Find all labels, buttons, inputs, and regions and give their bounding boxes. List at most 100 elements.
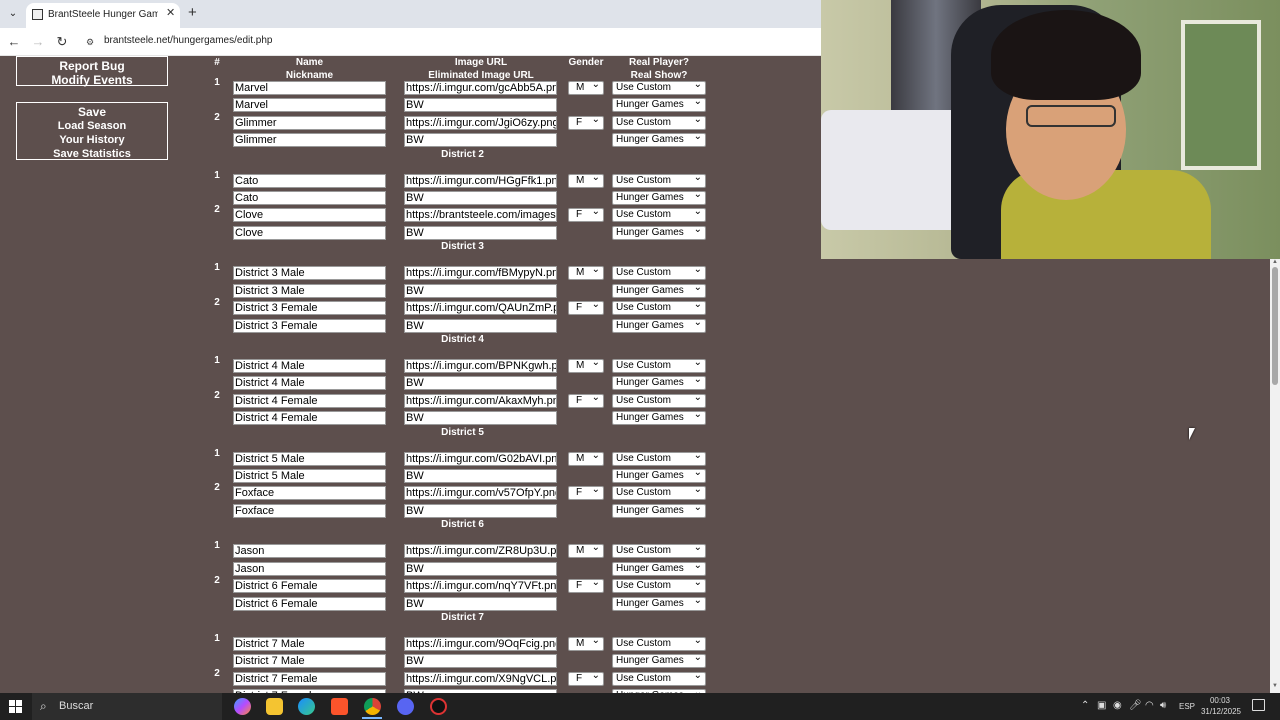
tribute-name-input[interactable]: Marvel bbox=[233, 81, 386, 95]
gender-select[interactable]: M bbox=[568, 359, 604, 373]
reload-icon[interactable]: ↻ bbox=[52, 32, 72, 52]
discord-icon[interactable] bbox=[397, 698, 414, 715]
image-url-input[interactable]: https://i.imgur.com/X9NgVCL.png bbox=[404, 671, 557, 686]
tribute-nickname-input[interactable]: Foxface bbox=[233, 503, 386, 518]
tribute-name-input[interactable]: District 3 Male bbox=[233, 266, 386, 281]
real-player-select[interactable]: Use Custom bbox=[612, 359, 706, 373]
real-player-select[interactable]: Use Custom bbox=[612, 671, 706, 686]
real-show-select[interactable]: Hunger Games bbox=[612, 561, 706, 576]
real-player-select[interactable]: Use Custom bbox=[612, 451, 706, 466]
tray-overflow-chevron-icon[interactable]: ⌃ bbox=[1081, 700, 1089, 711]
page-scrollbar[interactable]: ▲ ▼ bbox=[1270, 259, 1280, 693]
real-show-select[interactable]: Hunger Games bbox=[612, 318, 706, 333]
scroll-down-icon[interactable]: ▼ bbox=[1270, 683, 1280, 693]
eliminated-image-url-input[interactable]: BW bbox=[404, 561, 557, 576]
tribute-nickname-input[interactable]: District 3 Male bbox=[233, 283, 386, 298]
wifi-icon[interactable]: ◠ bbox=[1145, 700, 1154, 711]
tribute-name-input[interactable]: Cato bbox=[233, 173, 386, 188]
gender-select[interactable]: M bbox=[568, 637, 604, 652]
volume-icon[interactable]: 🔊︎ bbox=[1160, 700, 1166, 711]
image-url-input[interactable]: https://i.imgur.com/QAUnZmP.png bbox=[404, 301, 557, 316]
tribute-nickname-input[interactable]: District 5 Male bbox=[233, 469, 386, 484]
eliminated-image-url-input[interactable]: BW bbox=[404, 191, 557, 206]
tray-app-icon[interactable]: ▣ bbox=[1097, 700, 1106, 711]
gender-select[interactable]: M bbox=[568, 173, 604, 188]
gender-select[interactable]: F bbox=[568, 393, 604, 408]
clock-time[interactable]: 00:03 bbox=[1207, 696, 1233, 705]
tribute-name-input[interactable]: District 6 Female bbox=[233, 579, 386, 594]
back-arrow-icon[interactable]: ← bbox=[4, 32, 24, 52]
tribute-nickname-input[interactable]: District 4 Female bbox=[233, 411, 386, 426]
real-show-select[interactable]: Hunger Games bbox=[612, 654, 706, 669]
tribute-nickname-input[interactable]: Jason bbox=[233, 561, 386, 576]
image-url-input[interactable]: https://i.imgur.com/BPNKgwh.png bbox=[404, 359, 557, 373]
tribute-name-input[interactable]: District 4 Female bbox=[233, 393, 386, 408]
notifications-icon[interactable] bbox=[1252, 699, 1265, 711]
image-url-input[interactable]: https://i.imgur.com/9OqFcig.png bbox=[404, 637, 557, 652]
site-info-icon[interactable]: ⚙ bbox=[86, 37, 94, 48]
clock-date[interactable]: 31/12/2025 bbox=[1200, 707, 1242, 716]
brave-browser-icon[interactable] bbox=[331, 698, 348, 715]
gender-select[interactable]: F bbox=[568, 301, 604, 316]
tribute-name-input[interactable]: Jason bbox=[233, 544, 386, 559]
language-indicator[interactable]: ESP bbox=[1179, 702, 1195, 711]
gender-select[interactable]: M bbox=[568, 81, 604, 95]
tribute-nickname-input[interactable]: District 7 Male bbox=[233, 654, 386, 669]
eliminated-image-url-input[interactable]: BW bbox=[404, 98, 557, 113]
tribute-nickname-input[interactable]: Glimmer bbox=[233, 133, 386, 148]
eliminated-image-url-input[interactable]: BW bbox=[404, 596, 557, 611]
copilot-icon[interactable] bbox=[234, 698, 251, 715]
eliminated-image-url-input[interactable]: BW bbox=[404, 503, 557, 518]
image-url-input[interactable]: https://i.imgur.com/ZR8Up3U.png bbox=[404, 544, 557, 559]
tribute-name-input[interactable]: District 7 Female bbox=[233, 671, 386, 686]
gender-select[interactable]: F bbox=[568, 208, 604, 223]
image-url-input[interactable]: https://i.imgur.com/JgiO6zy.png bbox=[404, 115, 557, 130]
image-url-input[interactable]: https://i.imgur.com/fBMypyN.png bbox=[404, 266, 557, 281]
real-player-select[interactable]: Use Custom bbox=[612, 637, 706, 652]
browser-tab[interactable]: BrantSteele Hunger Games Simulator ✕ bbox=[26, 3, 180, 28]
real-player-select[interactable]: Use Custom bbox=[612, 393, 706, 408]
address-bar[interactable]: brantsteele.net/hungergames/edit.php bbox=[104, 35, 272, 46]
real-show-select[interactable]: Hunger Games bbox=[612, 596, 706, 611]
tribute-name-input[interactable]: District 4 Male bbox=[233, 359, 386, 373]
tribute-nickname-input[interactable]: Cato bbox=[233, 191, 386, 206]
gender-select[interactable]: F bbox=[568, 486, 604, 501]
tribute-name-input[interactable]: District 3 Female bbox=[233, 301, 386, 316]
real-show-select[interactable]: Hunger Games bbox=[612, 376, 706, 391]
eliminated-image-url-input[interactable]: BW bbox=[404, 411, 557, 426]
image-url-input[interactable]: https://i.imgur.com/HGgFfk1.png bbox=[404, 173, 557, 188]
image-url-input[interactable]: https://i.imgur.com/gcAbb5A.png bbox=[404, 81, 557, 95]
gender-select[interactable]: M bbox=[568, 544, 604, 559]
chrome-browser-icon[interactable] bbox=[364, 698, 381, 715]
real-show-select[interactable]: Hunger Games bbox=[612, 503, 706, 518]
windows-start-icon[interactable] bbox=[9, 700, 22, 713]
tribute-nickname-input[interactable]: Marvel bbox=[233, 98, 386, 113]
real-show-select[interactable]: Hunger Games bbox=[612, 411, 706, 426]
image-url-input[interactable]: https://i.imgur.com/nqY7VFt.png bbox=[404, 579, 557, 594]
gender-select[interactable]: F bbox=[568, 671, 604, 686]
real-player-select[interactable]: Use Custom bbox=[612, 486, 706, 501]
real-show-select[interactable]: Hunger Games bbox=[612, 225, 706, 240]
edge-browser-icon[interactable] bbox=[298, 698, 315, 715]
eliminated-image-url-input[interactable]: BW bbox=[404, 133, 557, 148]
tray-network-app-icon[interactable]: ◉ bbox=[1113, 700, 1122, 711]
streaming-app-icon[interactable] bbox=[430, 698, 447, 715]
image-url-input[interactable]: https://i.imgur.com/v57OfpY.png bbox=[404, 486, 557, 501]
eliminated-image-url-input[interactable]: BW bbox=[404, 654, 557, 669]
eliminated-image-url-input[interactable]: BW bbox=[404, 283, 557, 298]
taskbar-search-box[interactable]: ⌕ Buscar bbox=[32, 693, 222, 720]
tribute-name-input[interactable]: District 5 Male bbox=[233, 451, 386, 466]
gender-select[interactable]: F bbox=[568, 115, 604, 130]
real-player-select[interactable]: Use Custom bbox=[612, 81, 706, 95]
gender-select[interactable]: F bbox=[568, 579, 604, 594]
eliminated-image-url-input[interactable]: BW bbox=[404, 469, 557, 484]
tribute-name-input[interactable]: Foxface bbox=[233, 486, 386, 501]
real-player-select[interactable]: Use Custom bbox=[612, 579, 706, 594]
tribute-name-input[interactable]: District 7 Male bbox=[233, 637, 386, 652]
eliminated-image-url-input[interactable]: BW bbox=[404, 376, 557, 391]
image-url-input[interactable]: https://i.imgur.com/G02bAVI.png bbox=[404, 451, 557, 466]
real-show-select[interactable]: Hunger Games bbox=[612, 469, 706, 484]
tribute-nickname-input[interactable]: District 6 Female bbox=[233, 596, 386, 611]
tab-close-icon[interactable]: ✕ bbox=[166, 6, 175, 19]
image-url-input[interactable]: https://i.imgur.com/AkaxMyh.png bbox=[404, 393, 557, 408]
